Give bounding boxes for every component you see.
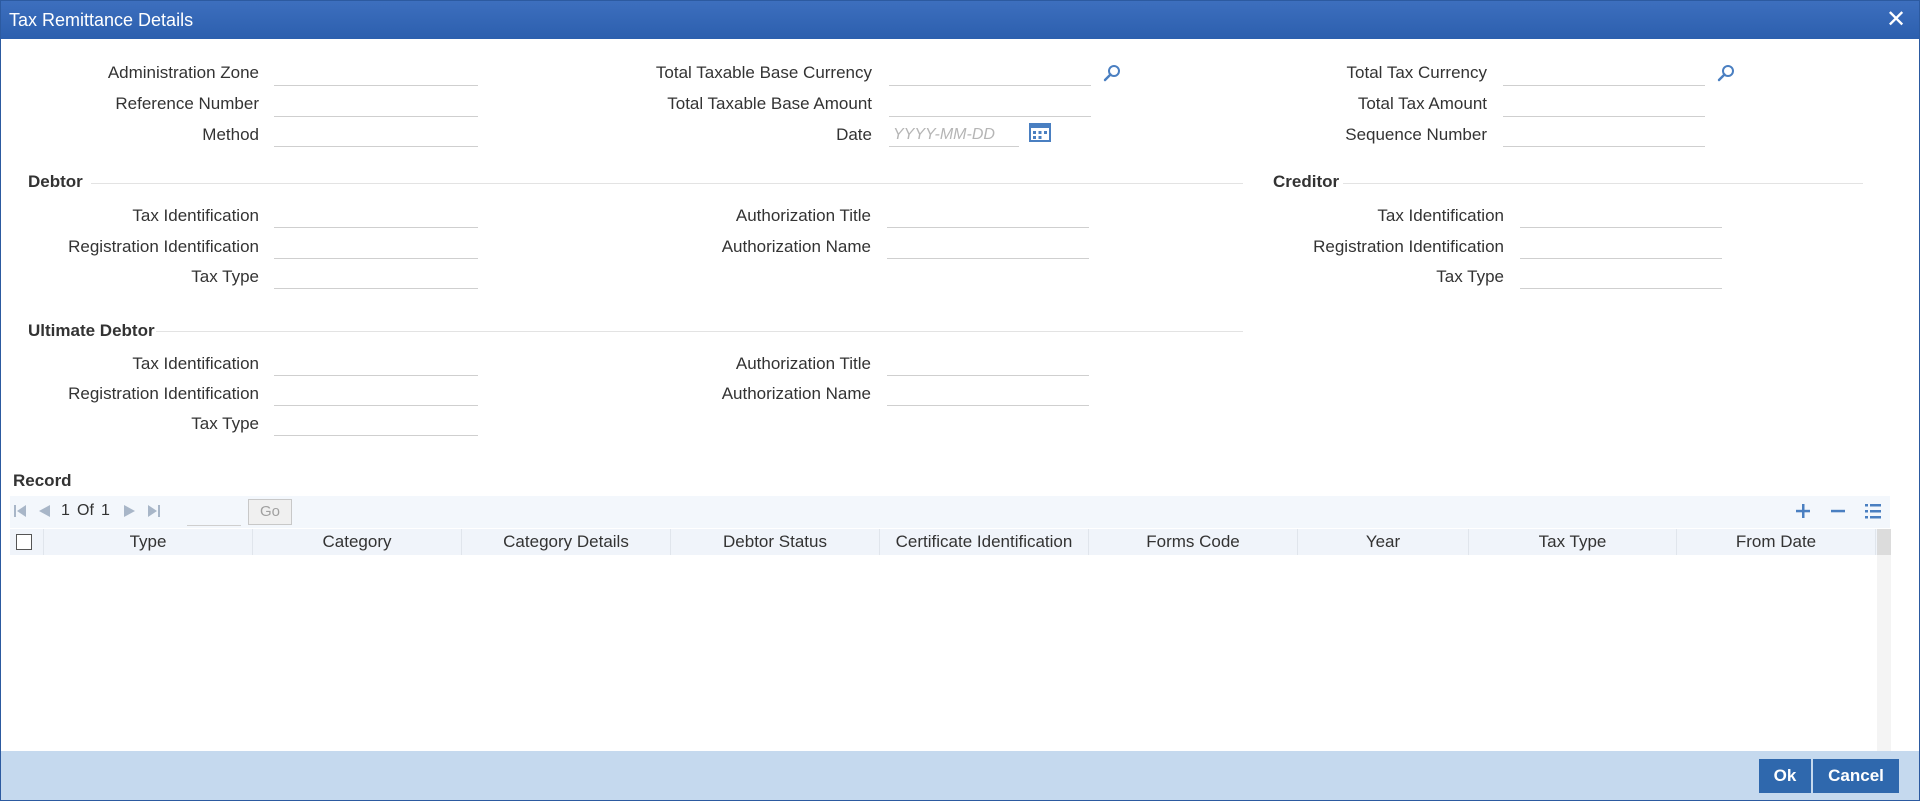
total-tax-amount-input[interactable] [1503, 93, 1705, 117]
ultimate-debtor-authorization-title-input[interactable] [887, 352, 1089, 376]
creditor-tax-type-label: Tax Type [1436, 267, 1504, 286]
administration-zone-label: Administration Zone [107, 63, 259, 82]
ultimate-debtor-authorization-title-label: Authorization Title [735, 354, 871, 373]
ultimate-debtor-tax-identification-label: Tax Identification [132, 354, 259, 373]
calendar-icon[interactable] [1029, 122, 1051, 142]
total-taxable-base-currency-label: Total Taxable Base Currency [655, 63, 872, 82]
reference-number-label: Reference Number [115, 94, 259, 113]
column-header-from-date[interactable]: From Date [1677, 529, 1876, 555]
first-page-icon[interactable] [13, 503, 27, 519]
page-total: 1 [101, 502, 110, 519]
creditor-tax-identification-label: Tax Identification [1377, 206, 1504, 225]
debtor-authorization-name-input[interactable] [887, 235, 1089, 259]
page-number-input[interactable] [187, 501, 241, 526]
single-record-view-icon[interactable] [1863, 501, 1883, 521]
add-row-icon[interactable] [1793, 501, 1813, 521]
creditor-divider [1343, 183, 1863, 184]
total-tax-currency-label: Total Tax Currency [1346, 63, 1487, 82]
column-header-category[interactable]: Category [253, 529, 462, 555]
creditor-section-title: Creditor [1273, 172, 1340, 191]
record-grid-body [10, 555, 1891, 751]
column-header-category-details[interactable]: Category Details [462, 529, 671, 555]
select-all-checkbox[interactable] [16, 534, 32, 550]
record-section-title: Record [13, 471, 72, 490]
date-label: Date [836, 125, 872, 144]
column-header-tax-type[interactable]: Tax Type [1469, 529, 1677, 555]
record-grid-header: Type Category Category Details Debtor St… [10, 529, 1891, 555]
go-button[interactable]: Go [248, 499, 292, 525]
creditor-registration-identification-label: Registration Identification [1313, 237, 1504, 256]
column-header-year[interactable]: Year [1298, 529, 1469, 555]
creditor-tax-type-input[interactable] [1520, 265, 1722, 289]
ultimate-debtor-authorization-name-input[interactable] [887, 382, 1089, 406]
creditor-tax-identification-input[interactable] [1520, 204, 1722, 228]
grid-scrollbar-thumb[interactable] [1877, 529, 1891, 555]
total-tax-currency-input[interactable] [1503, 62, 1705, 86]
ultimate-debtor-authorization-name-label: Authorization Name [721, 384, 871, 403]
debtor-registration-identification-label: Registration Identification [68, 237, 259, 256]
close-icon[interactable]: ✕ [1885, 8, 1907, 32]
administration-zone-input[interactable] [274, 62, 478, 86]
debtor-registration-identification-input[interactable] [274, 235, 478, 259]
method-label: Method [202, 125, 259, 144]
column-header-certificate-identification[interactable]: Certificate Identification [880, 529, 1089, 555]
ok-button[interactable]: Ok [1759, 759, 1811, 793]
reference-number-input[interactable] [274, 93, 478, 117]
sequence-number-label: Sequence Number [1345, 125, 1487, 144]
ultimate-debtor-divider [156, 331, 1243, 332]
sequence-number-input[interactable] [1503, 123, 1705, 147]
column-header-forms-code[interactable]: Forms Code [1089, 529, 1298, 555]
ultimate-debtor-tax-type-label: Tax Type [191, 414, 259, 433]
column-header-type[interactable]: Type [44, 529, 253, 555]
debtor-authorization-title-label: Authorization Title [735, 206, 871, 225]
window-title: Tax Remittance Details [9, 10, 194, 30]
page-current: 1 [61, 502, 70, 519]
prev-page-icon[interactable] [37, 503, 51, 519]
debtor-authorization-title-input[interactable] [887, 204, 1089, 228]
total-taxable-base-currency-input[interactable] [889, 62, 1091, 86]
debtor-divider [91, 183, 1243, 184]
search-icon[interactable] [1717, 64, 1735, 82]
ultimate-debtor-tax-type-input[interactable] [274, 412, 478, 436]
ultimate-debtor-tax-identification-input[interactable] [274, 352, 478, 376]
delete-row-icon[interactable] [1828, 501, 1848, 521]
debtor-tax-identification-label: Tax Identification [132, 206, 259, 225]
ultimate-debtor-registration-identification-label: Registration Identification [68, 384, 259, 403]
total-taxable-base-amount-input[interactable] [889, 93, 1091, 117]
ultimate-debtor-registration-identification-input[interactable] [274, 382, 478, 406]
debtor-tax-identification-input[interactable] [274, 204, 478, 228]
search-icon[interactable] [1103, 64, 1121, 82]
debtor-section-title: Debtor [28, 172, 83, 191]
debtor-tax-type-label: Tax Type [191, 267, 259, 286]
tax-remittance-dialog: Tax Remittance Details ✕ Administration … [0, 0, 1920, 801]
total-taxable-base-amount-label: Total Taxable Base Amount [667, 94, 872, 113]
record-toolbar [10, 496, 1890, 528]
debtor-tax-type-input[interactable] [274, 265, 478, 289]
debtor-authorization-name-label: Authorization Name [721, 237, 871, 256]
column-header-debtor-status[interactable]: Debtor Status [671, 529, 880, 555]
next-page-icon[interactable] [123, 503, 137, 519]
method-input[interactable] [274, 123, 478, 147]
titlebar: Tax Remittance Details ✕ [1, 1, 1919, 39]
grid-scrollbar-track[interactable] [1877, 555, 1891, 751]
date-input[interactable] [889, 123, 1019, 147]
select-all-cell [10, 529, 44, 555]
creditor-registration-identification-input[interactable] [1520, 235, 1722, 259]
ultimate-debtor-section-title: Ultimate Debtor [28, 321, 155, 340]
total-tax-amount-label: Total Tax Amount [1357, 94, 1487, 113]
cancel-button[interactable]: Cancel [1813, 759, 1899, 793]
page-of-label: Of [77, 502, 94, 519]
last-page-icon[interactable] [147, 503, 161, 519]
dialog-footer: Ok Cancel [1, 751, 1919, 800]
